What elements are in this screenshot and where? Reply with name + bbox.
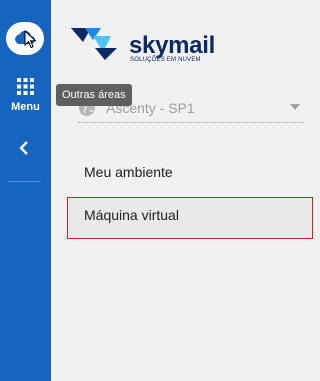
logo-tagline: SOLUÇÕES EM NUVEM: [130, 57, 201, 63]
nav-item-maquina-virtual[interactable]: Máquina virtual: [84, 207, 179, 223]
logo-brand: skymail: [129, 32, 215, 59]
left-rail: Menu: [0, 0, 51, 381]
globe-icon: [79, 100, 95, 116]
collapse-sidebar-button[interactable]: [12, 136, 38, 162]
chevron-left-icon: [19, 141, 28, 155]
caret-down-icon: [290, 104, 300, 110]
logo-mark-icon: [71, 28, 117, 60]
side-panel: skymail SOLUÇÕES EM NUVEM Ascenty - SP1 …: [51, 0, 316, 381]
apps-grid-icon: [17, 78, 34, 95]
environment-select-value: Ascenty - SP1: [106, 100, 195, 116]
skymail-logo: skymail SOLUÇÕES EM NUVEM: [71, 24, 256, 64]
mouse-cursor-icon: [24, 30, 37, 49]
nav-item-meu-ambiente[interactable]: Meu ambiente: [84, 164, 173, 180]
rail-divider: [8, 181, 41, 182]
menu-button[interactable]: Menu: [0, 72, 51, 118]
menu-label: Menu: [11, 101, 40, 113]
environment-select[interactable]: Ascenty - SP1: [78, 93, 304, 123]
